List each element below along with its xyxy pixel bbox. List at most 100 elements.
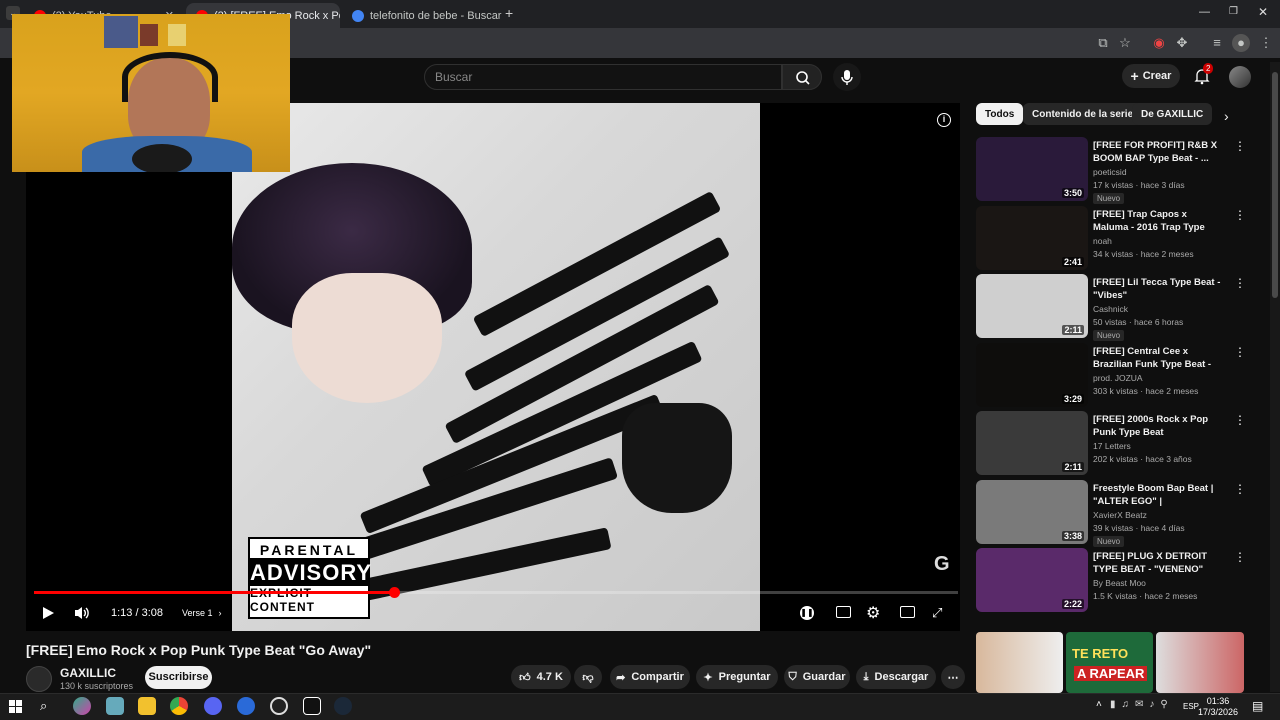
recommendation-thumbnail[interactable]: 3:29 — [976, 342, 1088, 407]
recommendation-item[interactable]: 2:11 [FREE] Lil Tecca Type Beat - "Vibes"… — [976, 274, 1266, 341]
capcut-icon[interactable] — [303, 697, 321, 715]
chapter-button[interactable]: Verse 1 › — [174, 603, 230, 623]
recommendation-title[interactable]: [FREE] Lil Tecca Type Beat - "Vibes" — [1093, 276, 1221, 302]
channel-avatar[interactable] — [26, 666, 52, 692]
more-vertical-icon[interactable]: ⋮ — [1234, 550, 1246, 564]
start-icon[interactable] — [9, 700, 22, 713]
like-button[interactable]: 👍︎ 4.7 K — [511, 665, 571, 689]
more-vertical-icon[interactable]: ⋮ — [1234, 139, 1246, 153]
chips-next-icon[interactable]: › — [1224, 108, 1229, 124]
keyboard-language[interactable]: ESP — [1183, 702, 1199, 711]
more-vertical-icon[interactable]: ⋮ — [1234, 208, 1246, 222]
notification-center-icon[interactable]: ▤ — [1252, 699, 1263, 713]
recommendation-item[interactable]: 2:22 [FREE] PLUG X DETROIT TYPE BEAT - "V… — [976, 548, 1266, 614]
download-button[interactable]: ⤓ Descargar — [856, 665, 936, 689]
account-avatar[interactable] — [1229, 66, 1251, 88]
create-button[interactable]: + Crear — [1122, 64, 1180, 88]
recommendation-title[interactable]: [FREE] Trap Capos x Maluma - 2016 Trap T… — [1093, 208, 1221, 234]
browser-tab[interactable]: telefonito de bebe - Buscar con✕ — [342, 3, 502, 28]
short-thumbnail[interactable] — [1156, 632, 1244, 693]
recommendation-item[interactable]: 3:29 [FREE] Central Cee x Brazilian Funk … — [976, 342, 1266, 409]
voice-search-button[interactable] — [833, 63, 861, 91]
recommendation-channel[interactable]: 17 Letters — [1093, 441, 1131, 451]
ask-button[interactable]: ✦ Preguntar — [696, 665, 778, 689]
autoplay-toggle[interactable]: ❚❚ — [800, 606, 814, 620]
chip-series[interactable]: Contenido de la serie — [1023, 103, 1143, 125]
channel-watermark[interactable]: G — [934, 553, 950, 576]
menu-kebab-icon[interactable]: ⋮ — [1257, 34, 1275, 52]
minimize-icon[interactable]: — — [1199, 6, 1210, 18]
settings-gear-icon[interactable]: ⚙ — [866, 603, 880, 623]
play-button[interactable] — [40, 605, 56, 621]
recommendation-thumbnail[interactable]: 3:50 — [976, 137, 1088, 201]
recommendation-item[interactable]: 2:11 [FREE] 2000s Rock x Pop Punk Type Be… — [976, 411, 1266, 477]
tray-chevron-icon[interactable]: ˄ — [1096, 699, 1102, 710]
search-input[interactable]: Buscar — [424, 64, 782, 90]
chrome-icon[interactable] — [170, 697, 188, 715]
video-player[interactable]: PARENTAL ADVISORY EXPLICIT CONTENT i G — [26, 103, 960, 631]
subtitles-icon[interactable] — [836, 606, 851, 618]
recommendation-channel[interactable]: By Beast Moo — [1093, 578, 1146, 588]
recommendation-thumbnail[interactable]: 2:41 — [976, 205, 1088, 270]
recommendation-title[interactable]: Freestyle Boom Bap Beat | "ALTER EGO" | … — [1093, 482, 1221, 508]
tray-icons[interactable]: ▮♫✉♪⚲ — [1110, 699, 1174, 710]
recommendation-title[interactable]: [FREE] PLUG X DETROIT TYPE BEAT - "VENEN… — [1093, 550, 1221, 576]
recommendation-title[interactable]: [FREE] 2000s Rock x Pop Punk Type Beat "… — [1093, 413, 1221, 439]
extensions-icon[interactable]: ✥ — [1173, 34, 1191, 52]
recommendation-item[interactable]: 3:38 Freestyle Boom Bap Beat | "ALTER EGO… — [976, 479, 1266, 547]
volume-button[interactable] — [73, 605, 91, 621]
taskbar-clock[interactable]: 01:36 17/3/2026 — [1198, 696, 1238, 718]
profile-icon[interactable]: ● — [1232, 34, 1250, 52]
scrollbar-thumb[interactable] — [1272, 72, 1278, 298]
thumbs-down-icon: 👎︎ — [582, 671, 594, 684]
taskbar-search-icon[interactable]: ⌕ — [40, 698, 47, 714]
file-explorer-icon[interactable] — [138, 697, 156, 715]
search-button[interactable] — [782, 64, 822, 90]
recommendation-channel[interactable]: poeticsid — [1093, 167, 1127, 177]
recommendation-item[interactable]: 3:50 [FREE FOR PROFIT] R&B X BOOM BAP Typ… — [976, 137, 1266, 204]
more-vertical-icon[interactable]: ⋮ — [1234, 482, 1246, 496]
dislike-button[interactable]: 👎︎ — [574, 665, 602, 689]
more-vertical-icon[interactable]: ⋮ — [1234, 345, 1246, 359]
bookmark-star-icon[interactable]: ☆ — [1116, 34, 1134, 52]
short-thumbnail[interactable]: TE RETO A RAPEAR — [1066, 632, 1153, 693]
save-button[interactable]: ⛉ Guardar — [784, 665, 850, 689]
recommendation-item[interactable]: 2:41 [FREE] Trap Capos x Maluma - 2016 Tr… — [976, 205, 1266, 272]
recommendation-thumbnail[interactable]: 2:11 — [976, 274, 1088, 338]
paint-icon[interactable] — [106, 697, 124, 715]
recommendation-title[interactable]: [FREE FOR PROFIT] R&B X BOOM BAP Type Be… — [1093, 139, 1221, 165]
reading-list-icon[interactable]: ≡ — [1208, 34, 1226, 52]
recommendation-thumbnail[interactable]: 2:22 — [976, 548, 1088, 612]
share-button[interactable]: ➦ Compartir — [610, 665, 690, 689]
subscribe-button[interactable]: Suscribirse — [145, 666, 212, 689]
extension-badge-icon[interactable]: ◉ — [1150, 34, 1168, 52]
app-icon[interactable] — [237, 697, 255, 715]
volume-icon — [75, 607, 89, 619]
recommendation-channel[interactable]: XavierX Beatz — [1093, 510, 1147, 520]
more-vertical-icon[interactable]: ⋮ — [1234, 413, 1246, 427]
notifications-button[interactable]: 2 — [1192, 63, 1214, 86]
obs-icon[interactable] — [270, 697, 288, 715]
steam-icon[interactable] — [334, 697, 352, 715]
cast-icon[interactable]: ⧉ — [1094, 34, 1112, 52]
channel-name[interactable]: GAXILLIC — [60, 666, 116, 680]
more-actions-button[interactable]: ⋯ — [941, 665, 965, 689]
recommendation-channel[interactable]: prod. JOZUA — [1093, 373, 1143, 383]
chip-all[interactable]: Todos — [976, 103, 1024, 125]
info-icon[interactable]: i — [937, 113, 951, 127]
restore-icon[interactable]: ❐ — [1229, 6, 1238, 17]
fullscreen-icon[interactable]: ⤢ — [932, 605, 942, 621]
recommendation-channel[interactable]: Cashnick — [1093, 304, 1128, 314]
short-thumbnail[interactable] — [976, 632, 1063, 693]
more-vertical-icon[interactable]: ⋮ — [1234, 276, 1246, 290]
discord-icon[interactable] — [204, 697, 222, 715]
copilot-icon[interactable] — [73, 697, 91, 715]
close-window-icon[interactable]: ✕ — [1258, 5, 1268, 19]
miniplayer-icon[interactable] — [900, 606, 915, 618]
recommendation-thumbnail[interactable]: 3:38 — [976, 479, 1088, 544]
recommendation-channel[interactable]: noah — [1093, 236, 1112, 246]
recommendation-title[interactable]: [FREE] Central Cee x Brazilian Funk Type… — [1093, 345, 1221, 371]
chip-from-channel[interactable]: De GAXILLIC — [1132, 103, 1213, 125]
new-tab-button[interactable]: + — [505, 5, 513, 21]
recommendation-thumbnail[interactable]: 2:11 — [976, 411, 1088, 475]
